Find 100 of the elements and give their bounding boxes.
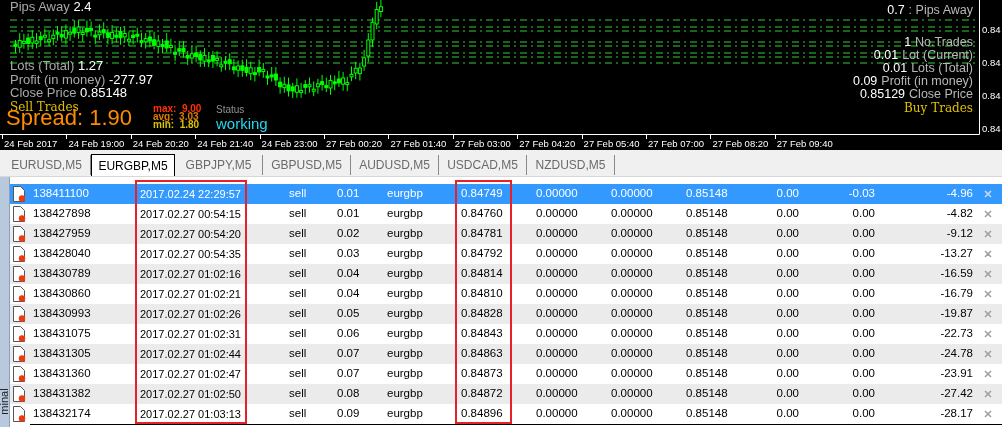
table-cell-text: 2017.02.27 00:54:20 xyxy=(139,226,242,242)
table-cell-text: 0.00000 xyxy=(535,186,579,202)
table-cell-text: sell xyxy=(288,386,308,402)
order-icon xyxy=(12,226,26,242)
table-cell-text: 0.00 xyxy=(851,286,876,302)
close-icon[interactable] xyxy=(984,230,992,238)
table-cell-text: eurgbp xyxy=(386,386,424,402)
time-label: 24 Feb 23:00 xyxy=(261,138,318,149)
close-icon[interactable] xyxy=(984,210,992,218)
table-cell-text: 0.00000 xyxy=(535,246,579,262)
order-icon xyxy=(12,346,26,362)
table-cell-text: 138432174 xyxy=(32,406,92,422)
close-icon[interactable] xyxy=(984,370,992,378)
table-row[interactable]: 138430789 2017.02.27 01:02:16 sell 0.04 eurgbp 0.84814 0.00000 0.00000 0.85148 0.00 0.00 -16.59 xyxy=(10,264,1002,284)
tab[interactable]: AUDUSD,M5 xyxy=(351,155,439,175)
stat-text: Profit (in money) -277.97 xyxy=(10,72,154,87)
table-cell-text: 0.00 xyxy=(851,246,876,262)
tab[interactable]: EURGBP,M5 xyxy=(91,154,175,176)
table-cell-text: 0.04 xyxy=(336,286,361,302)
price-label: 0.84 xyxy=(982,124,1001,134)
table-cell-text: 0.85148 xyxy=(685,226,729,242)
table-cell-text: 0.00000 xyxy=(610,226,654,242)
table-cell-text: 0.01 xyxy=(336,206,361,222)
table-cell-text: 0.84863 xyxy=(460,346,504,362)
table-cell-text: eurgbp xyxy=(386,246,424,262)
tab[interactable]: USDCAD,M5 xyxy=(439,155,527,175)
spread-stat-text: min: 1.80 xyxy=(153,121,200,129)
table-cell-text: 0.00000 xyxy=(610,266,654,282)
table-cell-text: 0.00 xyxy=(775,306,800,322)
tab[interactable]: GBPJPY,M5 xyxy=(175,155,263,175)
table-cell-text: 2017.02.27 01:02:16 xyxy=(139,266,242,282)
table-cell-text: 0.84843 xyxy=(460,326,504,342)
table-cell-text: -22.73 xyxy=(939,326,974,342)
table-cell-text: sell xyxy=(288,326,308,342)
stat-text: Close Price 0.85148 xyxy=(10,86,128,100)
table-row[interactable]: 138431382 2017.02.27 01:02:50 sell 0.08 eurgbp 0.84872 0.00000 0.00000 0.85148 0.00 0.00 -27.42 xyxy=(10,384,1002,404)
close-icon[interactable] xyxy=(984,270,992,278)
stat-value: 0.01 xyxy=(882,62,908,74)
close-icon[interactable] xyxy=(984,190,992,198)
close-icon[interactable] xyxy=(984,330,992,338)
table-cell-text: 0.03 xyxy=(336,246,361,262)
table-cell-text: 0.85148 xyxy=(685,346,729,362)
table-cell-text: 0.00000 xyxy=(610,366,654,382)
table-cell-text: 0.00 xyxy=(775,226,800,242)
table-cell-text: eurgbp xyxy=(386,286,424,302)
time-label: 27 Feb 05:40 xyxy=(583,138,640,149)
table-cell-text: sell xyxy=(288,266,308,282)
table-cell-text: 0.07 xyxy=(336,346,361,362)
table-cell-text: 0.00 xyxy=(851,326,876,342)
time-label: 27 Feb 07:00 xyxy=(648,138,704,149)
table-cell-text: 0.85148 xyxy=(685,366,729,382)
table-cell-text: 0.00 xyxy=(775,406,800,422)
close-icon[interactable] xyxy=(984,410,992,418)
stat-label: Lots (Total) xyxy=(911,62,973,74)
close-icon[interactable] xyxy=(984,250,992,258)
table-cell-text: 0.85148 xyxy=(685,326,729,342)
tab[interactable]: GBPUSD,M5 xyxy=(263,155,351,175)
table-row[interactable]: 138427959 2017.02.27 00:54:20 sell 0.02 eurgbp 0.84781 0.00000 0.00000 0.85148 0.00 0.00 -9.12 xyxy=(10,224,1002,244)
order-icon xyxy=(12,306,26,322)
table-cell-text: 138431075 xyxy=(32,326,92,342)
table-cell-text: 0.84814 xyxy=(460,266,504,282)
table-cell-text: 0.84896 xyxy=(460,406,504,422)
table-cell-text: 138431360 xyxy=(32,366,92,382)
time-label: 24 Feb 21:40 xyxy=(197,138,254,149)
table-cell-text: 138430789 xyxy=(32,266,92,282)
table-cell-text: 0.04 xyxy=(336,266,361,282)
table-cell-text: 0.00000 xyxy=(535,266,579,282)
table-cell-text: 0.09 xyxy=(336,406,361,422)
table-cell-text: 0.00 xyxy=(851,266,876,282)
table-cell-text: -28.17 xyxy=(939,406,974,422)
close-icon[interactable] xyxy=(984,290,992,298)
spread-stat-text: avg: 3.03 xyxy=(153,113,199,121)
table-cell-text: 0.84792 xyxy=(460,246,504,262)
table-cell-text: 0.84828 xyxy=(460,306,504,322)
order-icon xyxy=(12,246,26,262)
table-row[interactable]: 138430993 2017.02.27 01:02:26 sell 0.05 eurgbp 0.84828 0.00000 0.00000 0.85148 0.00 0.00 -19.87 xyxy=(10,304,1002,324)
tab[interactable]: NZDUSD,M5 xyxy=(527,155,615,175)
order-icon xyxy=(12,266,26,282)
table-cell-text: -16.79 xyxy=(939,286,974,302)
table-cell-text: sell xyxy=(288,246,308,262)
table-cell-text: -13.27 xyxy=(939,246,974,262)
table-cell-text: 0.00 xyxy=(851,226,876,242)
close-icon[interactable] xyxy=(984,310,992,318)
table-row[interactable]: 138431305 2017.02.27 01:02:44 sell 0.07 eurgbp 0.84863 0.00000 0.00000 0.85148 0.00 0.00 -24.78 xyxy=(10,344,1002,364)
stat-label: Close Price xyxy=(909,88,973,100)
table-cell-text: 0.00000 xyxy=(535,406,579,422)
table-cell-text: 0.00000 xyxy=(535,346,579,362)
table-cell-text: -9.12 xyxy=(945,226,974,242)
order-icon xyxy=(12,406,26,422)
terminal-label: minal xyxy=(0,388,10,415)
table-cell-text: 0.84760 xyxy=(460,206,504,222)
close-icon[interactable] xyxy=(984,390,992,398)
table-cell-text: 0.00 xyxy=(775,366,800,382)
stat-value: 1 xyxy=(904,36,912,48)
table-cell-text: 0.00000 xyxy=(610,346,654,362)
close-icon[interactable] xyxy=(984,350,992,358)
table-cell-text: 0.00 xyxy=(775,286,800,302)
table-cell-text: 0.00 xyxy=(775,246,800,262)
order-icon xyxy=(12,286,26,302)
time-label: 27 Feb 09:40 xyxy=(776,138,833,149)
